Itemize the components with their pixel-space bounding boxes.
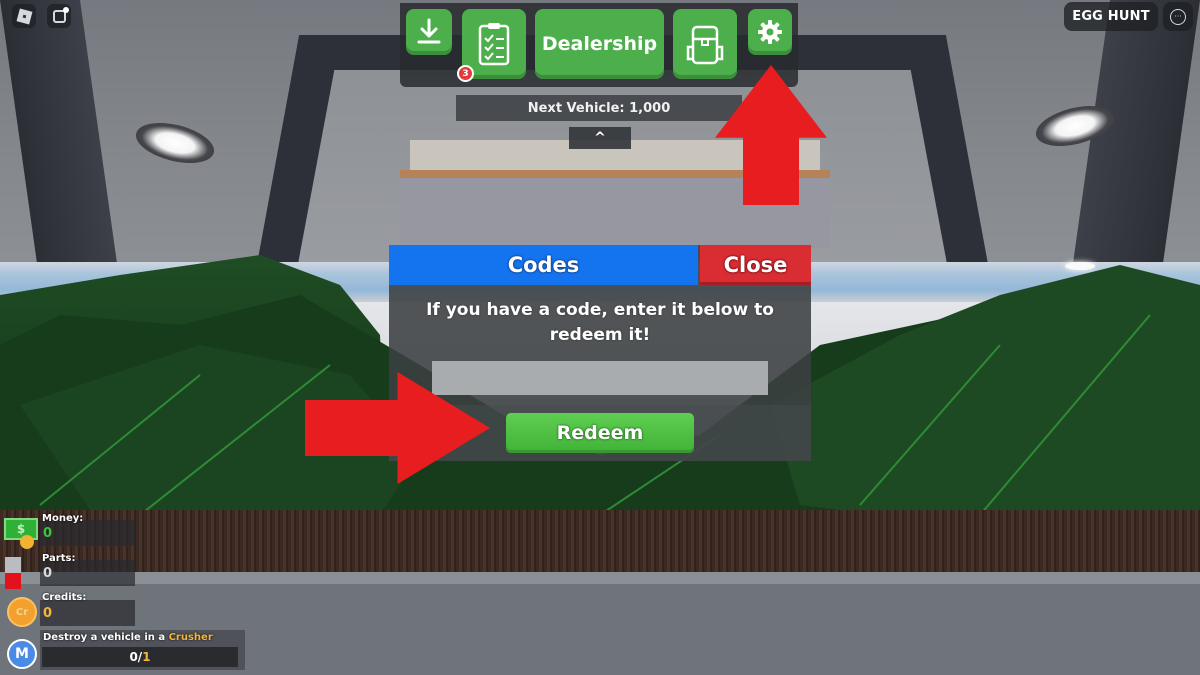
- more-menu-button[interactable]: ···: [1163, 2, 1193, 31]
- codes-instruction: If you have a code, enter it below to re…: [426, 300, 774, 345]
- ellipsis-icon: ···: [1170, 8, 1186, 25]
- parts-value: 0: [43, 566, 53, 581]
- mission-text-prefix: Destroy a vehicle in a: [43, 632, 169, 643]
- money-value: 0: [43, 526, 53, 541]
- mission-progress-total: 1: [142, 650, 151, 664]
- download-icon: [417, 18, 441, 44]
- clipboard-checklist-icon: [478, 23, 510, 66]
- money-icon-glyph: $: [16, 522, 26, 536]
- roblox-logo-icon: [16, 8, 32, 24]
- roblox-menu-button[interactable]: [12, 4, 36, 28]
- backpack-icon: [686, 25, 724, 65]
- codes-dialog-title: Codes: [389, 245, 698, 285]
- backpack-button[interactable]: [673, 9, 737, 79]
- chat-icon: [52, 6, 69, 23]
- mission-icon-glyph: M: [15, 646, 29, 662]
- chevron-up-icon: ^: [594, 130, 606, 146]
- egg-hunt-label: EGG HUNT: [1072, 9, 1150, 24]
- credits-icon: Cr: [7, 597, 37, 627]
- mission-icon: M: [7, 639, 37, 669]
- egg-hunt-button[interactable]: EGG HUNT: [1064, 2, 1158, 31]
- soil-bed: [0, 510, 1200, 580]
- mission-progress-current: 0: [129, 650, 138, 664]
- mission-text-highlight: Crusher: [168, 632, 213, 643]
- credits-value: 0: [43, 606, 53, 621]
- planter-ledge: [0, 572, 1200, 584]
- leaf: [770, 265, 1200, 525]
- quests-notification-badge: 3: [457, 65, 474, 82]
- mission-progress-bar: 0/1: [42, 647, 238, 667]
- close-button[interactable]: Close: [700, 245, 811, 285]
- credits-panel: [40, 600, 135, 626]
- mission-description: Destroy a vehicle in a Crusher: [43, 632, 213, 643]
- dealership-button[interactable]: Dealership: [535, 9, 664, 79]
- dealership-label: Dealership: [541, 33, 658, 55]
- codes-title-text: Codes: [507, 253, 580, 277]
- code-input[interactable]: [432, 361, 768, 395]
- settings-button[interactable]: [748, 9, 792, 55]
- credits-label: Credits:: [42, 592, 87, 603]
- download-button[interactable]: [406, 9, 452, 55]
- parts-icon: [5, 557, 21, 589]
- money-label: Money:: [42, 513, 84, 524]
- money-coin-icon: [20, 535, 34, 549]
- next-vehicle-label: Next Vehicle: 1,000: [456, 95, 742, 121]
- gear-icon: [758, 20, 782, 44]
- collapse-toolbar-button[interactable]: ^: [569, 127, 631, 149]
- chat-button[interactable]: [47, 4, 71, 28]
- parts-label: Parts:: [42, 553, 76, 564]
- credits-icon-glyph: Cr: [15, 606, 29, 618]
- redeem-button[interactable]: Redeem: [506, 413, 694, 453]
- close-label: Close: [723, 253, 788, 277]
